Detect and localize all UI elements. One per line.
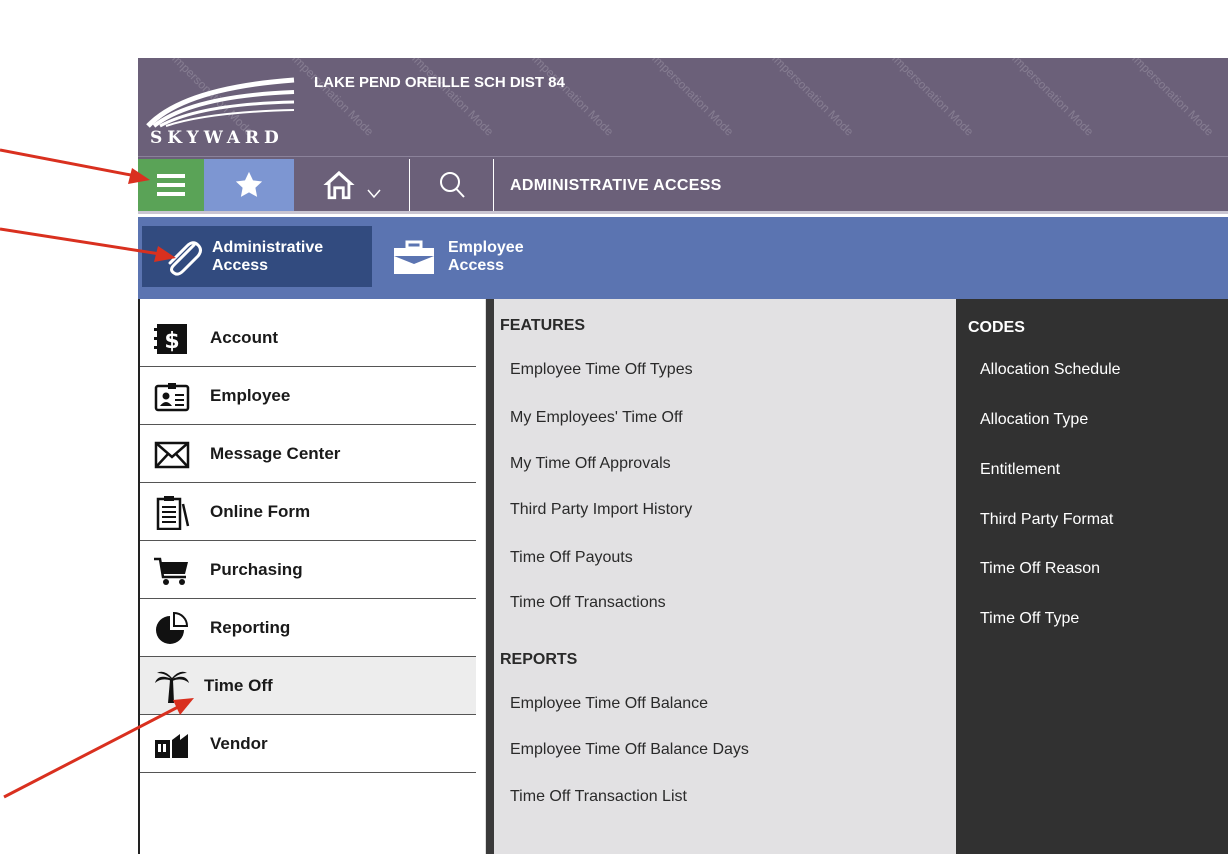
tab-label: Employee Access [448,239,524,274]
code-link[interactable]: Allocation Type [980,411,1088,429]
code-link[interactable]: Allocation Schedule [980,361,1121,379]
codes-panel: CODES Allocation Schedule Allocation Typ… [956,299,1228,854]
nav-item-account[interactable]: $ Account [140,309,476,367]
feature-link[interactable]: Time Off Transactions [510,594,666,612]
module-nav: $ Account Employee Message Center Online… [138,299,486,854]
nav-item-employee[interactable]: Employee [140,367,476,425]
watermark-text: Impersonation Mode [529,58,617,139]
codes-heading: CODES [968,319,1025,336]
logo-swoosh-icon [146,77,295,128]
app-header: Impersonation Mode Impersonation Mode Im… [138,58,1228,156]
nav-item-message-center[interactable]: Message Center [140,425,476,483]
report-link[interactable]: Employee Time Off Balance [510,695,708,713]
access-bar: Administrative Access Employee Access [138,217,1228,299]
features-heading: FEATURES [500,317,586,334]
nav-item-online-form[interactable]: Online Form [140,483,476,541]
home-button[interactable] [294,159,410,211]
watermark-text: Impersonation Mode [889,58,977,139]
star-icon [235,171,263,197]
dollar-icon: $ [154,323,190,355]
nav-item-time-off[interactable]: Time Off [140,657,476,715]
features-panel: FEATURES Employee Time Off Types My Empl… [486,299,956,854]
envelope-icon [154,439,190,471]
tab-employee-access[interactable]: Employee Access [386,226,586,287]
logo-wordmark: SKYWARD [150,128,284,148]
watermark-text: Impersonation Mode [1129,58,1217,139]
skyward-app: Impersonation Mode Impersonation Mode Im… [138,58,1228,854]
reports-heading: REPORTS [500,651,578,668]
svg-text:$: $ [164,329,179,354]
feature-link[interactable]: Third Party Import History [510,501,692,519]
favorites-button[interactable] [204,159,294,211]
tab-label: Administrative Access [212,239,324,274]
page-title: ADMINISTRATIVE ACCESS [510,177,722,194]
tab-administrative-access[interactable]: Administrative Access [142,226,372,287]
skyward-logo[interactable]: SKYWARD [144,68,304,148]
feature-link[interactable]: My Employees' Time Off [510,409,683,427]
hamburger-icon [157,174,185,196]
factory-icon [154,729,190,761]
briefcase-icon [394,240,434,274]
code-link[interactable]: Time Off Reason [980,560,1100,578]
watermark-text: Impersonation Mode [769,58,857,139]
code-link[interactable]: Entitlement [980,461,1060,479]
code-link[interactable]: Third Party Format [980,511,1113,529]
feature-link[interactable]: My Time Off Approvals [510,455,671,473]
nav-item-reporting[interactable]: Reporting [140,599,476,657]
feature-link[interactable]: Time Off Payouts [510,549,633,567]
id-card-icon [154,381,190,413]
nav-item-purchasing[interactable]: Purchasing [140,541,476,599]
home-icon [322,170,355,200]
pie-chart-icon [154,612,190,645]
arrow-to-menu-icon [0,148,150,184]
watermark-text: Impersonation Mode [1009,58,1097,139]
cart-icon [154,555,190,587]
feature-link[interactable]: Employee Time Off Types [510,361,693,379]
menu-button[interactable] [138,159,204,211]
palm-tree-icon [154,671,190,703]
paperclip-icon [168,241,202,276]
report-link[interactable]: Employee Time Off Balance Days [510,741,749,759]
chevron-down-icon[interactable] [366,188,382,200]
nav-item-vendor[interactable]: Vendor [140,715,476,773]
clipboard-icon [154,496,190,530]
main-toolbar: ADMINISTRATIVE ACCESS [138,156,1228,214]
search-button[interactable] [410,159,494,211]
watermark-text: Impersonation Mode [409,58,497,139]
search-icon [439,172,465,198]
watermark-text: Impersonation Mode [649,58,737,139]
district-name: LAKE PEND OREILLE SCH DIST 84 [314,74,565,91]
report-link[interactable]: Time Off Transaction List [510,788,687,806]
code-link[interactable]: Time Off Type [980,610,1079,628]
